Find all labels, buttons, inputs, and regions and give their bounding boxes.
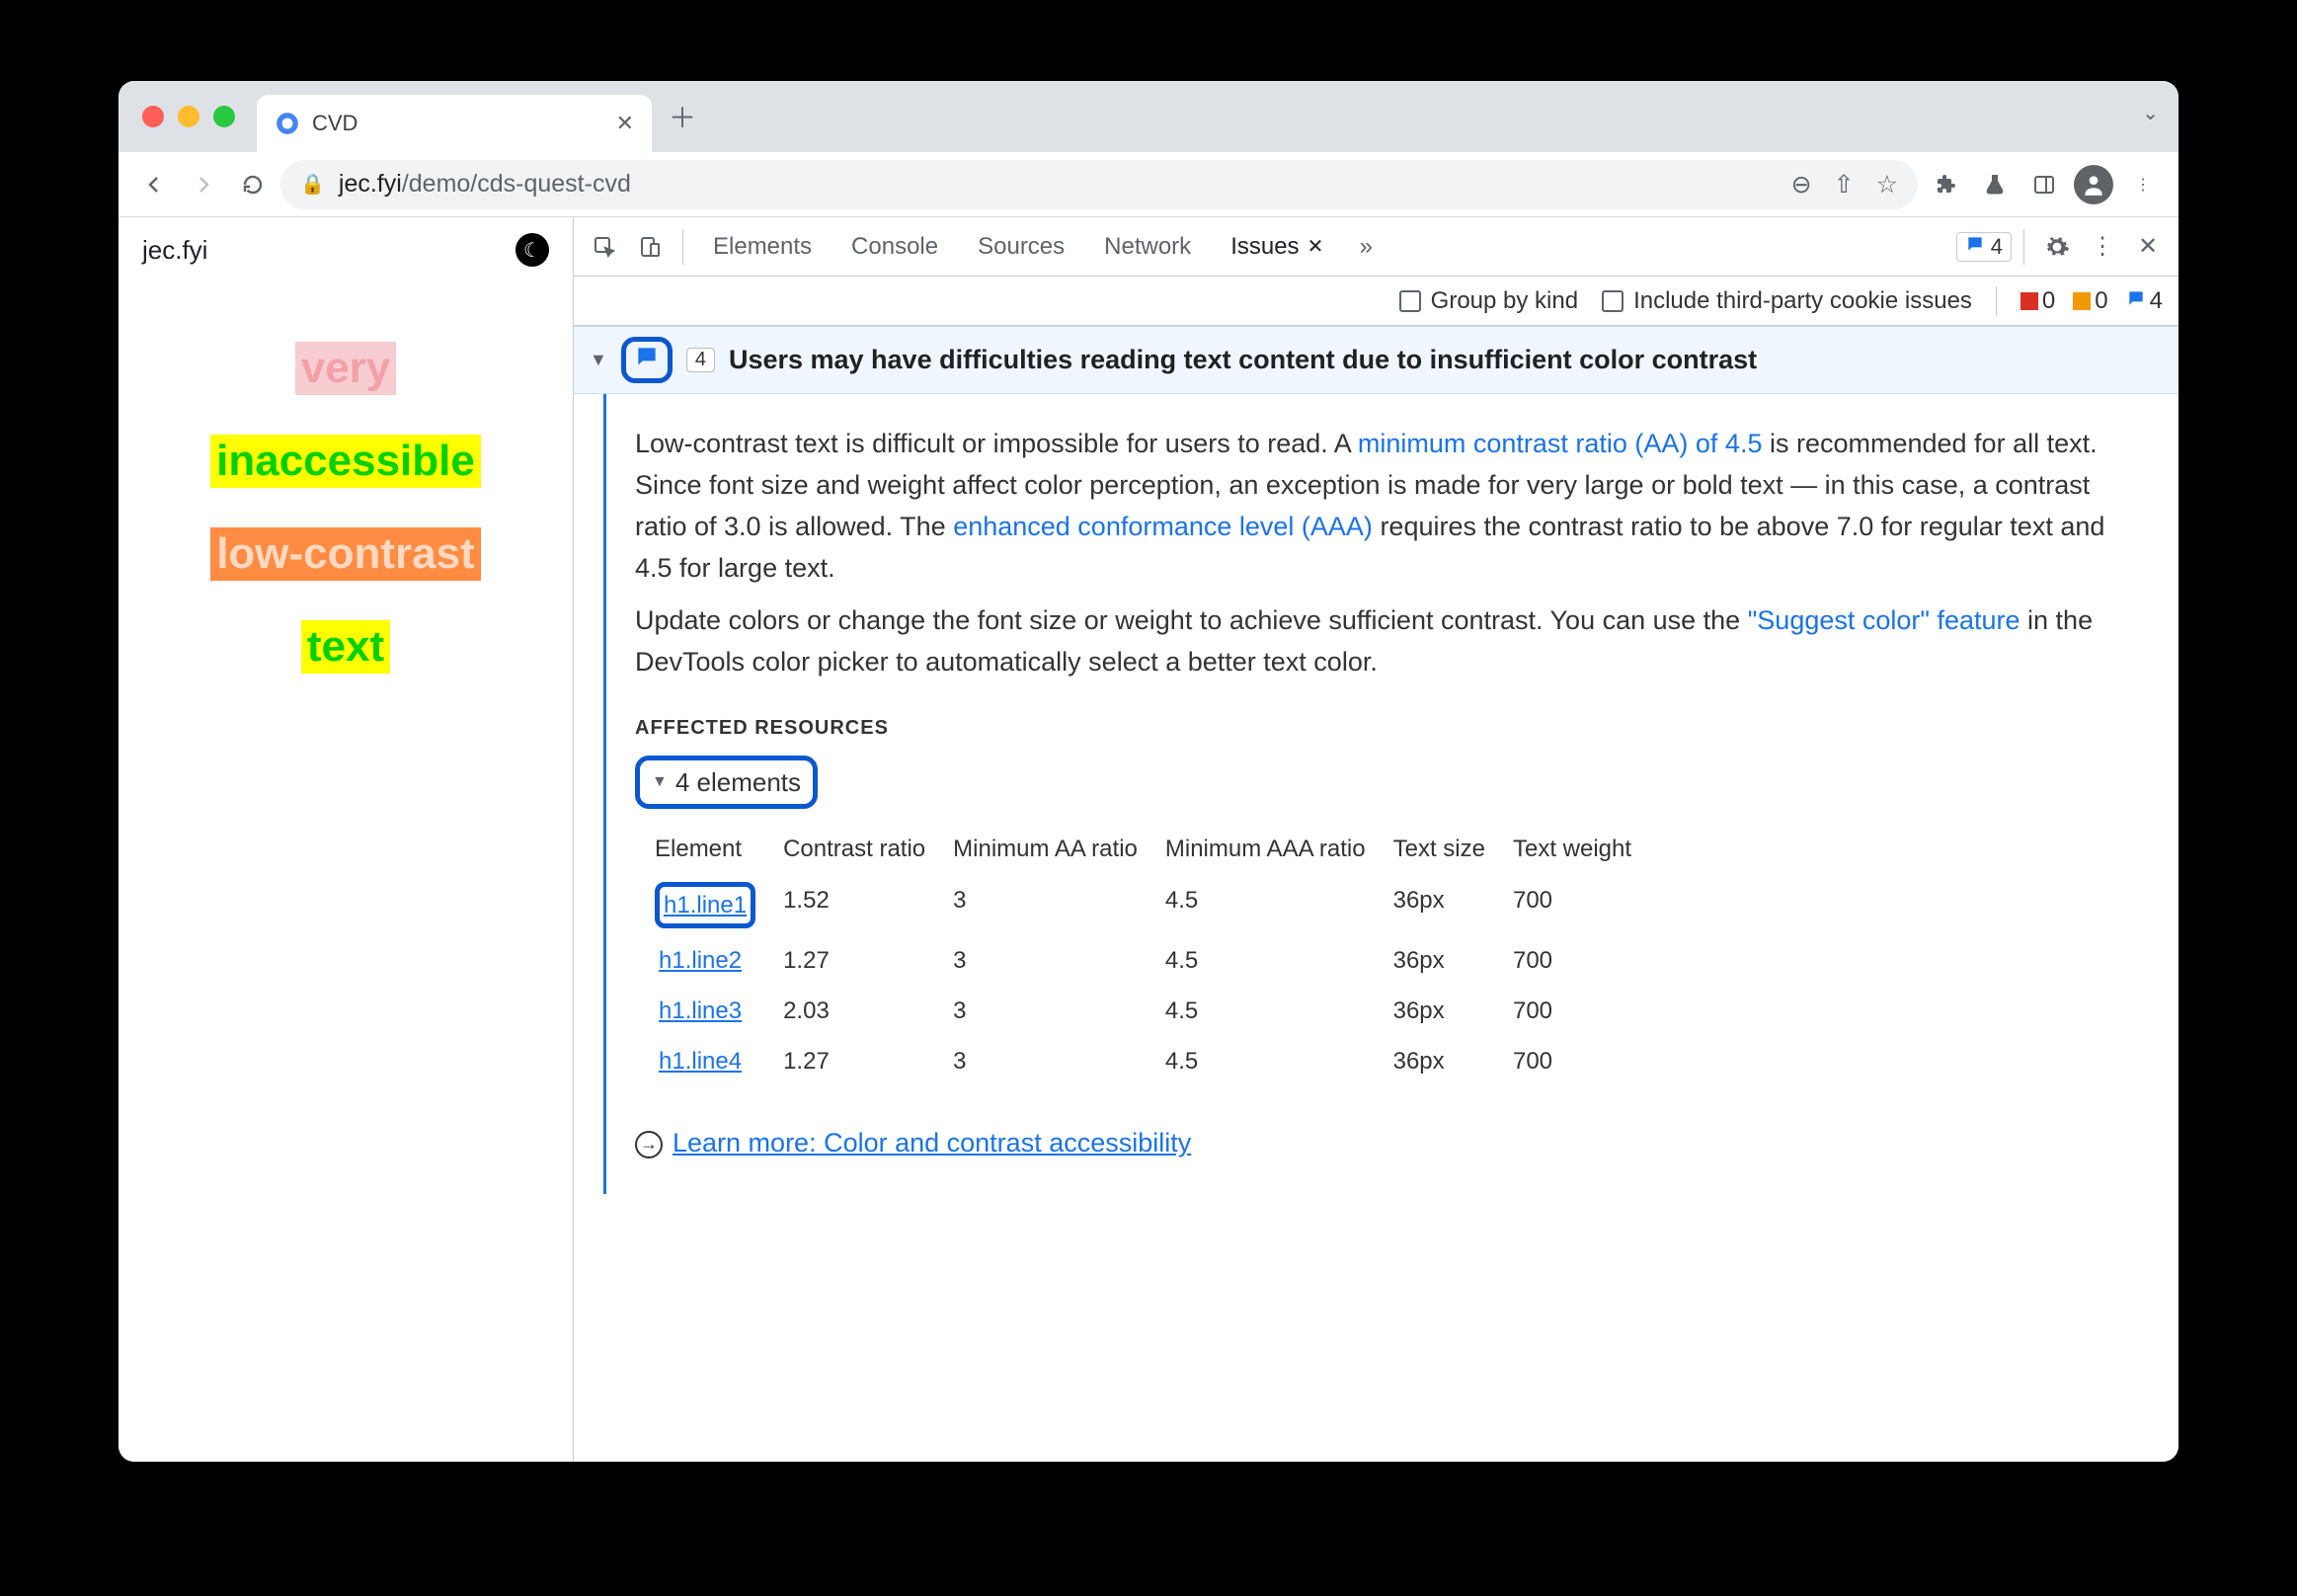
col-size: Text size bbox=[1393, 825, 1511, 873]
tab-issues[interactable]: Issues✕ bbox=[1213, 217, 1341, 276]
page-brand: jec.fyi bbox=[142, 235, 207, 266]
issue-header[interactable]: ▼ 4 Users may have difficulties reading … bbox=[574, 326, 2178, 394]
issue-title: Users may have difficulties reading text… bbox=[729, 345, 1757, 375]
sample-text-3: low-contrast bbox=[210, 527, 481, 581]
profile-button[interactable] bbox=[2072, 163, 2115, 206]
warnings-count[interactable]: 0 bbox=[2073, 287, 2107, 315]
link-min-contrast[interactable]: minimum contrast ratio (AA) of 4.5 bbox=[1358, 429, 1763, 458]
sample-text-4: text bbox=[301, 620, 390, 674]
browser-toolbar: 🔒 jec.fyi/demo/cds-quest-cvd ⊖ ⇧ ☆ ⋮ bbox=[119, 152, 2178, 217]
share-icon[interactable]: ⇧ bbox=[1834, 170, 1855, 200]
sample-text-2: inaccessible bbox=[210, 435, 481, 488]
page-content: very inaccessible low-contrast text bbox=[119, 282, 573, 733]
device-icon[interactable] bbox=[629, 226, 671, 268]
issue-body: Low-contrast text is difficult or imposs… bbox=[574, 394, 2178, 1194]
menu-button[interactable]: ⋮ bbox=[2121, 163, 2165, 206]
labs-icon[interactable] bbox=[1973, 163, 2017, 206]
issue-count-badge: 4 bbox=[686, 348, 715, 372]
sample-text-1: very bbox=[295, 342, 397, 395]
issues-counter[interactable]: 4 bbox=[1956, 232, 2012, 262]
col-element: Element bbox=[655, 825, 781, 873]
browser-window: CVD ✕ ＋ ⌄ 🔒 jec.fyi/demo/cds-quest-cvd ⊖… bbox=[119, 81, 2178, 1462]
message-icon bbox=[634, 344, 660, 376]
tab-console[interactable]: Console bbox=[833, 217, 956, 276]
col-aa: Minimum AA ratio bbox=[953, 825, 1163, 873]
element-link[interactable]: h1.line3 bbox=[659, 998, 742, 1024]
page-viewport: jec.fyi ☾ very inaccessible low-contrast… bbox=[119, 217, 573, 1462]
element-link[interactable]: h1.line1 bbox=[664, 892, 747, 918]
settings-icon[interactable] bbox=[2036, 234, 2078, 260]
learn-more-link[interactable]: Learn more: Color and contrast accessibi… bbox=[673, 1128, 1191, 1157]
kebab-icon[interactable]: ⋮ bbox=[2082, 232, 2123, 261]
close-devtools-icon[interactable]: ✕ bbox=[2127, 232, 2169, 261]
issue-paragraph-2: Update colors or change the font size or… bbox=[635, 600, 2143, 683]
dark-mode-toggle[interactable]: ☾ bbox=[515, 233, 549, 267]
issue-icon-annotation bbox=[621, 337, 673, 383]
issue-stats: 0 0 4 bbox=[2020, 287, 2163, 315]
element-link[interactable]: h1.line4 bbox=[659, 1048, 742, 1075]
minimize-window-button[interactable] bbox=[178, 106, 199, 127]
tab-strip: CVD ✕ ＋ ⌄ bbox=[119, 81, 2178, 152]
tab-network[interactable]: Network bbox=[1086, 217, 1209, 276]
element-link[interactable]: h1.line2 bbox=[659, 947, 742, 974]
messages-icon bbox=[1965, 234, 1985, 260]
table-row: h1.line3 2.03 3 4.5 36px 700 bbox=[655, 987, 1657, 1035]
extensions-icon[interactable] bbox=[1924, 163, 1967, 206]
zoom-icon[interactable]: ⊖ bbox=[1791, 170, 1812, 200]
affected-count-annotation[interactable]: ▼ 4 elements bbox=[635, 756, 818, 809]
inspect-icon[interactable] bbox=[584, 226, 625, 268]
group-by-kind-checkbox[interactable]: Group by kind bbox=[1399, 287, 1578, 315]
issues-filter-bar: Group by kind Include third-party cookie… bbox=[574, 277, 2178, 326]
link-aaa[interactable]: enhanced conformance level (AAA) bbox=[953, 512, 1373, 541]
learn-more: → Learn more: Color and contrast accessib… bbox=[635, 1123, 2143, 1164]
lock-icon: 🔒 bbox=[300, 172, 325, 197]
window-controls bbox=[136, 88, 245, 145]
bookmark-icon[interactable]: ☆ bbox=[1876, 170, 1898, 200]
address-bar[interactable]: 🔒 jec.fyi/demo/cds-quest-cvd ⊖ ⇧ ☆ bbox=[280, 160, 1918, 209]
errors-count[interactable]: 0 bbox=[2020, 287, 2055, 315]
close-tab-icon[interactable]: ✕ bbox=[1307, 234, 1324, 259]
table-row: h1.line4 1.27 3 4.5 36px 700 bbox=[655, 1037, 1657, 1085]
affected-elements-table: Element Contrast ratio Minimum AA ratio … bbox=[653, 823, 1659, 1087]
favicon-icon bbox=[275, 111, 300, 136]
maximize-window-button[interactable] bbox=[213, 106, 235, 127]
tab-elements[interactable]: Elements bbox=[695, 217, 830, 276]
table-row: h1.line2 1.27 3 4.5 36px 700 bbox=[655, 936, 1657, 985]
col-weight: Text weight bbox=[1513, 825, 1657, 873]
reload-button[interactable] bbox=[231, 163, 275, 206]
url-path: /demo/cds-quest-cvd bbox=[402, 170, 631, 198]
arrow-circle-icon: → bbox=[635, 1131, 663, 1158]
panel-icon[interactable] bbox=[2022, 163, 2066, 206]
more-tabs-icon[interactable]: » bbox=[1345, 226, 1386, 268]
back-button[interactable] bbox=[132, 163, 176, 206]
table-row: h1.line1 1.52 3 4.5 36px 700 bbox=[655, 876, 1657, 934]
third-party-checkbox[interactable]: Include third-party cookie issues bbox=[1602, 287, 1972, 315]
close-window-button[interactable] bbox=[142, 106, 164, 127]
devtools-panel: Elements Console Sources Network Issues✕… bbox=[573, 217, 2178, 1462]
col-aaa: Minimum AAA ratio bbox=[1165, 825, 1391, 873]
issue-paragraph-1: Low-contrast text is difficult or imposs… bbox=[635, 424, 2143, 589]
messages-count[interactable]: 4 bbox=[2126, 287, 2163, 315]
new-tab-button[interactable]: ＋ bbox=[662, 96, 703, 137]
close-tab-icon[interactable]: ✕ bbox=[616, 111, 634, 136]
col-ratio: Contrast ratio bbox=[783, 825, 951, 873]
tab-sources[interactable]: Sources bbox=[960, 217, 1082, 276]
content-area: jec.fyi ☾ very inaccessible low-contrast… bbox=[119, 217, 2178, 1462]
disclosure-triangle-icon[interactable]: ▼ bbox=[590, 350, 607, 370]
browser-tab[interactable]: CVD ✕ bbox=[257, 95, 652, 152]
tab-dropdown-icon[interactable]: ⌄ bbox=[2142, 101, 2159, 125]
link-suggest-color[interactable]: "Suggest color" feature bbox=[1748, 605, 2020, 635]
affected-resources-heading: AFFECTED RESOURCES bbox=[635, 713, 2143, 744]
triangle-icon: ▼ bbox=[652, 770, 668, 795]
forward-button[interactable] bbox=[182, 163, 225, 206]
tab-title: CVD bbox=[312, 111, 357, 136]
url-host: jec.fyi bbox=[339, 170, 402, 198]
devtools-tab-bar: Elements Console Sources Network Issues✕… bbox=[574, 217, 2178, 277]
